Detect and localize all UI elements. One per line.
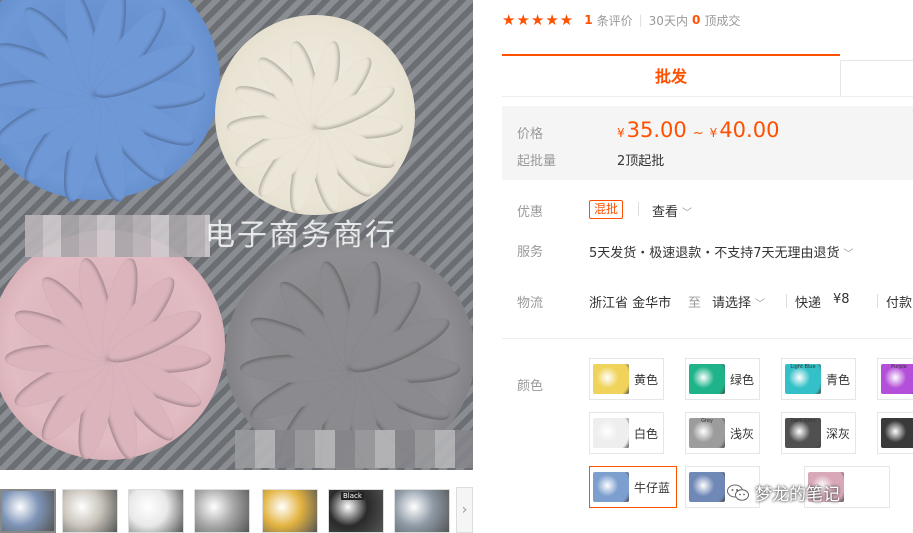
divider: | xyxy=(638,13,643,27)
thumbnail-strip: Black › xyxy=(0,487,473,533)
color-tag: Purple xyxy=(891,364,907,370)
color-swatch[interactable]: 黄色 xyxy=(589,358,664,400)
service-text: 5天发货・极速退款・不支持7天无理由退货 xyxy=(589,246,840,261)
color-tag: Grey xyxy=(701,418,713,424)
service-info[interactable]: 5天发货・极速退款・不支持7天无理由退货 ﹀ xyxy=(589,242,854,261)
mosaic-blur xyxy=(235,430,473,468)
color-thumbnail xyxy=(689,472,725,502)
shipping-fee: ¥8 xyxy=(833,292,850,307)
price-label: 价格 xyxy=(517,127,544,142)
payment-label: 付款 xyxy=(886,296,913,311)
color-swatch-label: 白色 xyxy=(634,426,659,441)
tab-other[interactable] xyxy=(840,60,913,97)
deal-label: 顶成交 xyxy=(704,13,741,28)
thumbnail[interactable] xyxy=(394,489,450,533)
divider xyxy=(502,338,913,339)
cream-pillow xyxy=(215,15,415,216)
price-separator: ~ xyxy=(692,126,704,141)
purchase-tabs: 批发 xyxy=(502,54,913,97)
thumbnail[interactable] xyxy=(0,489,56,533)
period-label: 30天内 xyxy=(648,13,688,28)
color-swatch[interactable]: Dark Grey 深灰 xyxy=(781,412,856,454)
pink-pillow xyxy=(0,230,225,463)
deal-count: 0 xyxy=(691,13,701,27)
main-product-image[interactable]: 电子商务商行 xyxy=(0,0,473,470)
blue-pillow xyxy=(0,0,220,205)
color-swatch-label: 绿色 xyxy=(730,372,755,387)
currency-symbol: ¥ xyxy=(709,126,718,140)
logistics-label: 物流 xyxy=(517,296,544,311)
star-rating-icon: ★★★★★ xyxy=(502,11,575,29)
color-thumbnail xyxy=(593,418,629,448)
chevron-down-icon: ﹀ xyxy=(843,249,854,260)
thumbnail[interactable] xyxy=(128,489,184,533)
review-label[interactable]: 条评价 xyxy=(597,12,633,29)
color-thumbnail xyxy=(881,418,913,448)
review-count[interactable]: 1 xyxy=(584,13,592,27)
divider xyxy=(877,294,878,308)
thumbnail[interactable] xyxy=(62,489,118,533)
thumbnail[interactable] xyxy=(262,489,318,533)
color-swatch[interactable]: 绿色 xyxy=(685,358,760,400)
color-swatch-label: 青色 xyxy=(826,372,851,387)
color-swatch[interactable]: Purple xyxy=(877,358,913,400)
divider xyxy=(502,96,913,97)
shipping-method: 快递 xyxy=(795,296,822,311)
wechat-text: 梦龙的笔记 xyxy=(755,485,840,505)
color-tag: Light Blue xyxy=(790,364,816,370)
wechat-icon xyxy=(727,484,749,501)
color-thumbnail xyxy=(593,364,629,394)
view-discount-link[interactable]: 查看 ﹀ xyxy=(652,201,692,220)
color-swatch[interactable]: 牛仔蓝 xyxy=(589,466,677,508)
color-thumbnail: Dark Grey xyxy=(785,418,821,448)
mosaic-blur xyxy=(25,215,210,257)
destination-placeholder: 请选择 xyxy=(712,296,752,311)
moq-value: 2顶起批 xyxy=(617,154,665,169)
color-swatch[interactable]: Light Blue 青色 xyxy=(781,358,856,400)
color-thumbnail: Grey xyxy=(689,418,725,448)
chevron-down-icon: ﹀ xyxy=(682,208,693,219)
rating-summary: ★★★★★ 1 条评价 | 30天内 0 顶成交 xyxy=(502,10,740,30)
thumbnail[interactable] xyxy=(194,489,250,533)
discount-label: 优惠 xyxy=(517,205,544,220)
price-max: 40.00 xyxy=(719,118,780,142)
color-swatch[interactable] xyxy=(877,412,913,454)
service-label: 服务 xyxy=(517,245,544,260)
color-label: 颜色 xyxy=(517,379,544,394)
color-swatch-label: 浅灰 xyxy=(730,426,755,441)
origin-location: 浙江省 金华市 xyxy=(589,296,672,311)
image-watermark: 电子商务商行 xyxy=(205,218,397,253)
price-box: 价格 ¥35.00 ~ ¥40.00 起批量 2顶起批 xyxy=(502,106,913,180)
color-thumbnail xyxy=(593,472,629,502)
chevron-right-icon[interactable]: › xyxy=(456,487,473,533)
price-range: ¥35.00 ~ ¥40.00 xyxy=(617,118,779,142)
price-min: 35.00 xyxy=(626,118,687,142)
chevron-down-icon: ﹀ xyxy=(755,299,766,310)
color-swatch[interactable]: 白色 xyxy=(589,412,664,454)
currency-symbol: ¥ xyxy=(617,126,625,140)
color-swatch-label: 黄色 xyxy=(634,372,659,387)
tab-wholesale[interactable]: 批发 xyxy=(502,54,840,97)
color-thumbnail: Light Blue xyxy=(785,364,821,394)
color-thumbnail xyxy=(689,364,725,394)
color-thumbnail: Purple xyxy=(881,364,913,394)
view-label: 查看 xyxy=(652,205,679,220)
thumbnail-tag: Black xyxy=(341,492,364,500)
product-page: 电子商务商行 Black › ★★★★★ 1 条评价 | 30天内 0 顶成交 … xyxy=(0,0,913,533)
divider xyxy=(786,294,787,308)
moq-label: 起批量 xyxy=(517,154,557,169)
color-swatch[interactable]: Grey 浅灰 xyxy=(685,412,760,454)
color-swatch-label: 牛仔蓝 xyxy=(634,480,671,495)
destination-select[interactable]: 请选择 ﹀ xyxy=(712,292,765,311)
thumbnail[interactable]: Black xyxy=(328,489,384,533)
wechat-watermark: 梦龙的笔记 xyxy=(727,480,840,505)
color-tag: Dark Grey xyxy=(790,418,816,424)
color-swatch-label: 深灰 xyxy=(826,426,851,441)
mixed-batch-badge[interactable]: 混批 xyxy=(589,200,624,219)
to-label: 至 xyxy=(688,296,702,311)
divider xyxy=(638,202,639,216)
